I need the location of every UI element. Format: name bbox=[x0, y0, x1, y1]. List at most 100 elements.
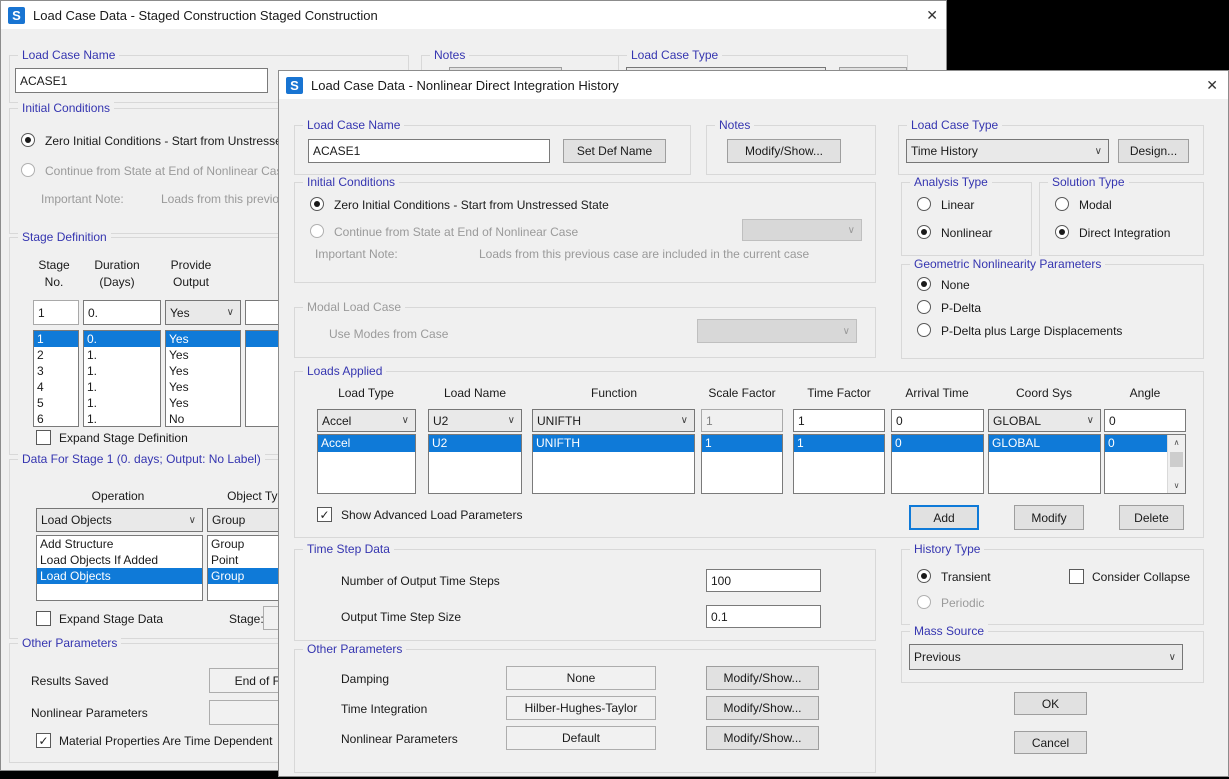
list-item[interactable]: 0. bbox=[84, 331, 160, 347]
consider-collapse-checkbox[interactable] bbox=[1069, 569, 1084, 584]
radio-label[interactable]: Nonlinear bbox=[941, 226, 992, 240]
p-delta-large-displacements-radio[interactable] bbox=[917, 323, 931, 337]
direct-integration-radio[interactable] bbox=[1055, 225, 1069, 239]
arrival-time-input[interactable]: 0 bbox=[891, 409, 984, 432]
load-name-select[interactable]: U2 ∨ bbox=[428, 409, 522, 432]
arrival-time-list[interactable]: 0 bbox=[891, 434, 984, 494]
duration-list[interactable]: 0. 1. 1. 1. 1. 1. bbox=[83, 330, 161, 427]
list-item[interactable]: 3 bbox=[34, 363, 78, 379]
list-item[interactable]: 1 bbox=[794, 435, 884, 452]
radio-label[interactable]: P-Delta plus Large Displacements bbox=[941, 324, 1122, 338]
modify-button[interactable]: Modify bbox=[1014, 505, 1084, 530]
radio-label[interactable]: Modal bbox=[1079, 198, 1112, 212]
nonlinear-radio[interactable] bbox=[917, 225, 931, 239]
list-item[interactable]: 2 bbox=[34, 347, 78, 363]
radio-label[interactable]: Linear bbox=[941, 198, 974, 212]
radio-label[interactable]: None bbox=[941, 278, 970, 292]
expand-stage-data-checkbox[interactable] bbox=[36, 611, 51, 626]
damping-modify-show-button[interactable]: Modify/Show... bbox=[706, 666, 819, 690]
list-item[interactable]: Load Objects bbox=[37, 568, 202, 584]
load-type-select[interactable]: Accel ∨ bbox=[317, 409, 416, 432]
list-item[interactable]: 1. bbox=[84, 379, 160, 395]
close-icon[interactable]: ✕ bbox=[926, 7, 938, 24]
coord-sys-select[interactable]: GLOBAL ∨ bbox=[988, 409, 1101, 432]
none-radio[interactable] bbox=[917, 277, 931, 291]
scale-factor-list[interactable]: 1 bbox=[701, 434, 783, 494]
scroll-up-icon[interactable]: ∧ bbox=[1168, 435, 1185, 450]
nonlinear-parameters-modify-show-button[interactable]: Modify/Show... bbox=[706, 726, 819, 750]
list-item[interactable]: UNIFTH bbox=[533, 435, 694, 452]
number-of-output-time-steps-input[interactable]: 100 bbox=[706, 569, 821, 592]
set-def-name-button[interactable]: Set Def Name bbox=[563, 139, 666, 163]
checkbox-label[interactable]: Consider Collapse bbox=[1092, 570, 1190, 584]
list-item[interactable]: U2 bbox=[429, 435, 521, 452]
notes-modify-show-button[interactable]: Modify/Show... bbox=[727, 139, 841, 163]
checkbox-label[interactable]: Expand Stage Definition bbox=[59, 431, 188, 445]
radio-label[interactable]: Transient bbox=[941, 570, 991, 584]
close-icon[interactable]: ✕ bbox=[1206, 77, 1218, 94]
list-item[interactable]: Add Structure bbox=[37, 536, 202, 552]
load-case-type-select[interactable]: Time History ∨ bbox=[906, 139, 1109, 163]
list-item[interactable]: GLOBAL bbox=[989, 435, 1100, 452]
list-item[interactable]: 1. bbox=[84, 347, 160, 363]
transient-radio[interactable] bbox=[917, 569, 931, 583]
time-integration-modify-show-button[interactable]: Modify/Show... bbox=[706, 696, 819, 720]
load-name-list[interactable]: U2 bbox=[428, 434, 522, 494]
list-item[interactable]: 1. bbox=[84, 411, 160, 427]
material-time-dependent-checkbox[interactable]: ✓ bbox=[36, 733, 51, 748]
add-button[interactable]: Add bbox=[909, 505, 979, 530]
list-item[interactable]: 1. bbox=[84, 395, 160, 411]
checkbox-label[interactable]: Show Advanced Load Parameters bbox=[341, 508, 522, 522]
zero-initial-conditions-radio[interactable] bbox=[21, 133, 35, 147]
continue-from-state-radio[interactable] bbox=[21, 163, 35, 177]
output-time-step-size-input[interactable]: 0.1 bbox=[706, 605, 821, 628]
duration-input[interactable]: 0. bbox=[83, 300, 161, 325]
operation-select[interactable]: Load Objects ∨ bbox=[36, 508, 203, 532]
ok-button[interactable]: OK bbox=[1014, 692, 1087, 715]
angle-list[interactable]: 0 ∧ ∨ bbox=[1104, 434, 1186, 494]
provide-output-list[interactable]: Yes Yes Yes Yes Yes No bbox=[165, 330, 241, 427]
list-item[interactable]: 1 bbox=[702, 435, 782, 452]
operation-list[interactable]: Add Structure Load Objects If Added Load… bbox=[36, 535, 203, 601]
stage-no-list[interactable]: 1 2 3 4 5 6 bbox=[33, 330, 79, 427]
linear-radio[interactable] bbox=[917, 197, 931, 211]
load-type-list[interactable]: Accel bbox=[317, 434, 416, 494]
cancel-button[interactable]: Cancel bbox=[1014, 731, 1087, 754]
checkbox-label[interactable]: Expand Stage Data bbox=[59, 612, 163, 626]
list-item[interactable]: Load Objects If Added bbox=[37, 552, 202, 568]
radio-label[interactable]: P-Delta bbox=[941, 301, 981, 315]
list-item[interactable]: 5 bbox=[34, 395, 78, 411]
show-advanced-load-parameters-checkbox[interactable]: ✓ bbox=[317, 507, 332, 522]
list-item[interactable]: 1. bbox=[84, 363, 160, 379]
checkbox-label[interactable]: Material Properties Are Time Dependent bbox=[59, 734, 272, 748]
load-case-name-input[interactable]: ACASE1 bbox=[308, 139, 550, 163]
design-button[interactable]: Design... bbox=[1118, 139, 1189, 163]
zero-initial-conditions-radio[interactable] bbox=[310, 197, 324, 211]
list-item[interactable]: Yes bbox=[166, 395, 240, 411]
mass-source-select[interactable]: Previous ∨ bbox=[909, 644, 1183, 670]
list-item[interactable]: Yes bbox=[166, 379, 240, 395]
time-factor-list[interactable]: 1 bbox=[793, 434, 885, 494]
scroll-down-icon[interactable]: ∨ bbox=[1168, 478, 1185, 493]
radio-label[interactable]: Direct Integration bbox=[1079, 226, 1170, 240]
list-item[interactable]: 4 bbox=[34, 379, 78, 395]
list-item[interactable]: Yes bbox=[166, 363, 240, 379]
load-case-name-input[interactable]: ACASE1 bbox=[15, 68, 268, 93]
radio-label[interactable]: Zero Initial Conditions - Start from Uns… bbox=[334, 198, 609, 212]
continue-from-state-radio[interactable] bbox=[310, 224, 324, 238]
provide-output-select[interactable]: Yes ∨ bbox=[165, 300, 241, 325]
periodic-radio[interactable] bbox=[917, 595, 931, 609]
list-item[interactable]: Yes bbox=[166, 347, 240, 363]
function-list[interactable]: UNIFTH bbox=[532, 434, 695, 494]
list-item[interactable]: 0 bbox=[1105, 435, 1169, 452]
p-delta-radio[interactable] bbox=[917, 300, 931, 314]
scrollbar[interactable]: ∧ ∨ bbox=[1167, 435, 1185, 493]
time-factor-input[interactable]: 1 bbox=[793, 409, 885, 432]
function-select[interactable]: UNIFTH ∨ bbox=[532, 409, 695, 432]
scrollbar-thumb[interactable] bbox=[1170, 452, 1183, 467]
delete-button[interactable]: Delete bbox=[1119, 505, 1184, 530]
list-item[interactable]: Accel bbox=[318, 435, 415, 452]
list-item[interactable]: No bbox=[166, 411, 240, 427]
angle-input[interactable]: 0 bbox=[1104, 409, 1186, 432]
modal-radio[interactable] bbox=[1055, 197, 1069, 211]
